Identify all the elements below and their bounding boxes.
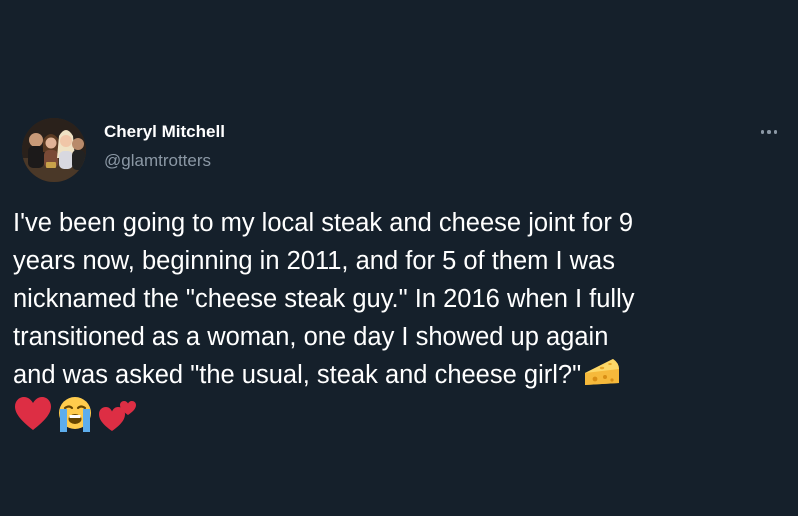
dot [773, 130, 778, 134]
author-handle[interactable]: @glamtrotters [104, 151, 211, 171]
author-name[interactable]: Cheryl Mitchell [104, 122, 225, 142]
tweet-text-line: nicknamed the "cheese steak guy." In 201… [13, 285, 635, 313]
tweet-text: I've been going to my local steak and ch… [13, 204, 788, 394]
tweet-text-line: and was asked "the usual, steak and chee… [13, 361, 582, 389]
dot [767, 130, 771, 134]
red-heart-emoji [15, 397, 51, 430]
loudly-crying-face-emoji [59, 397, 91, 432]
tweet-text-line: transitioned as a woman, one day I showe… [13, 323, 609, 351]
more-dots-icon[interactable] [752, 121, 786, 143]
cheese-wedge-emoji [585, 359, 620, 386]
avatar-photo [22, 118, 86, 182]
tweet-card: Cheryl Mitchell @glamtrotters I've been … [0, 0, 798, 516]
tweet-text-line: I've been going to my local steak and ch… [13, 209, 634, 237]
tweet-text-line-last: and was asked "the usual, steak and chee… [13, 356, 788, 394]
tweet-text-line: years now, beginning in 2011, and for 5 … [13, 247, 615, 275]
emoji-row [14, 394, 138, 434]
author-avatar[interactable] [22, 118, 86, 182]
dot [760, 130, 765, 134]
two-hearts-emoji [99, 401, 136, 431]
